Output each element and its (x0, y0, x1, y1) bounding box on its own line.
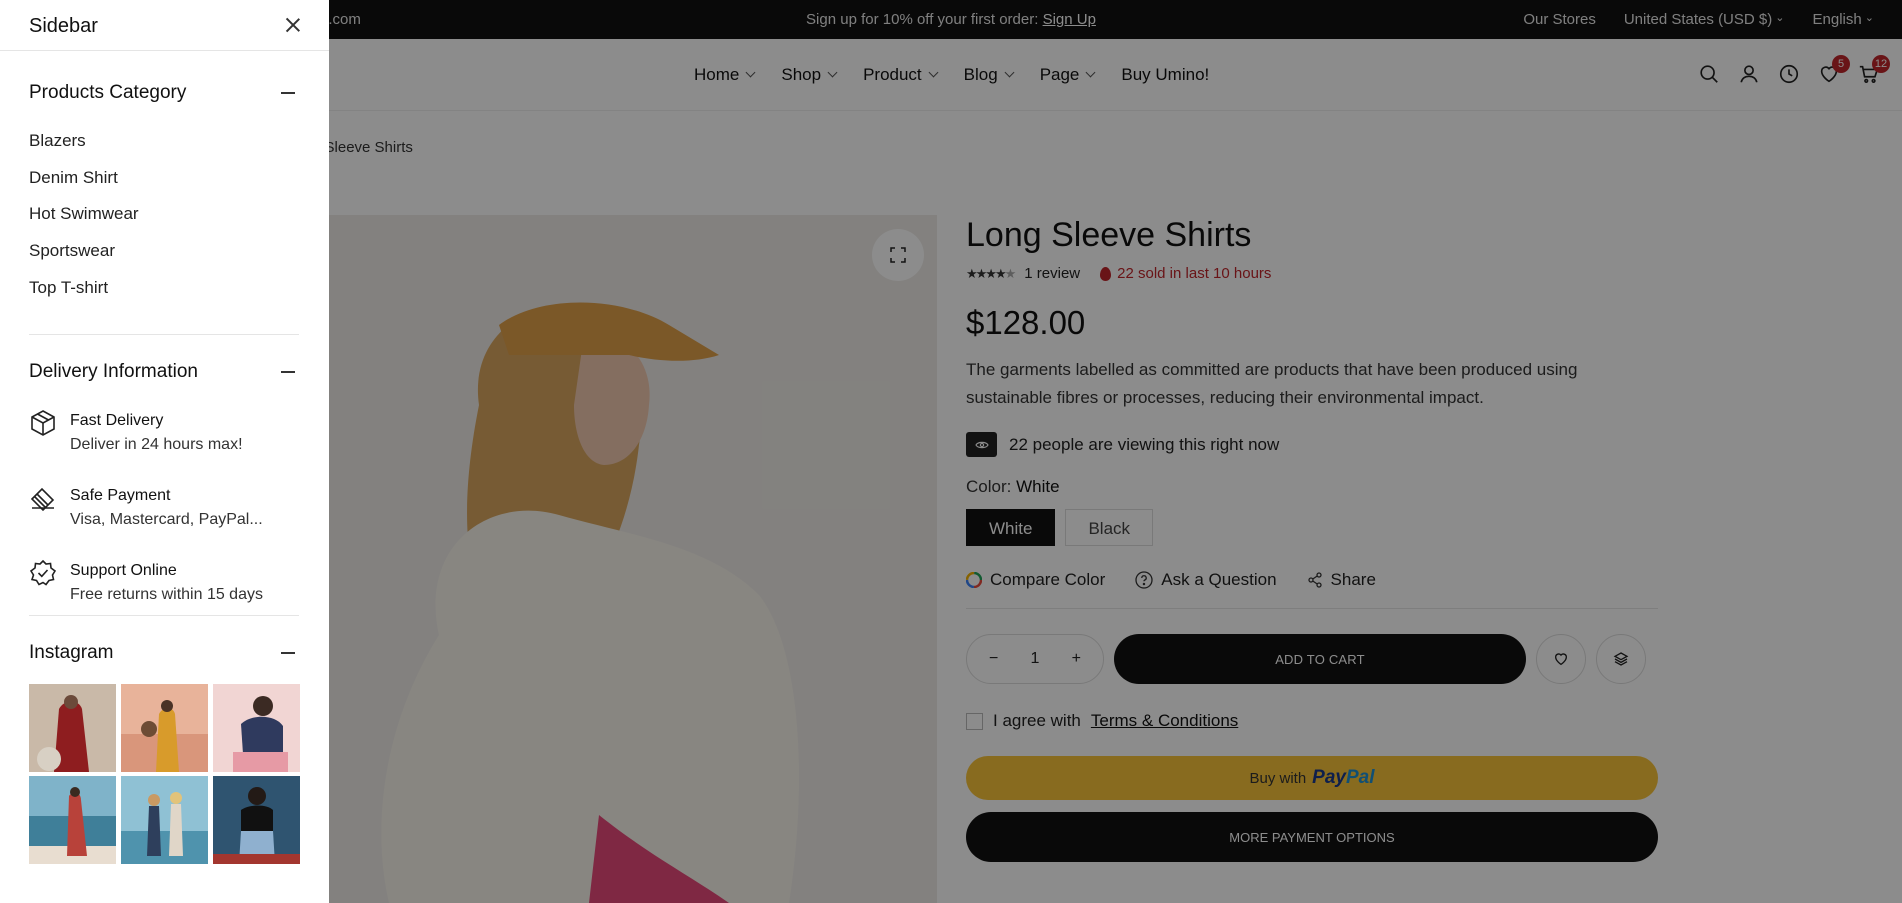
category-item-hot-swimwear[interactable]: Hot Swimwear (29, 204, 299, 241)
delivery-item-sub: Free returns within 15 days (70, 586, 263, 603)
sidebar-title: Sidebar (29, 15, 98, 37)
category-item-top-tshirt[interactable]: Top T-shirt (29, 278, 299, 315)
instagram-photo[interactable] (29, 684, 116, 772)
box-icon (31, 410, 55, 436)
delivery-item-title: Support Online (70, 562, 177, 579)
instagram-photo[interactable] (29, 776, 116, 864)
delivery-item-title: Fast Delivery (70, 412, 164, 429)
instagram-toggle[interactable]: Instagram (29, 642, 299, 664)
instagram-section: Instagram (29, 642, 300, 864)
delivery-item: Safe Payment Visa, Mastercard, PayPal... (29, 484, 299, 532)
minus-icon (281, 92, 295, 94)
delivery-info-toggle[interactable]: Delivery Information (29, 361, 299, 383)
delivery-info-section: Delivery Information Fast Delivery Delive… (29, 361, 299, 634)
instagram-title: Instagram (29, 642, 114, 663)
sidebar-drawer: Sidebar Products Category Blazers Denim … (0, 0, 329, 903)
delivery-item: Support Online Free returns within 15 day… (29, 559, 299, 607)
category-list: Blazers Denim Shirt Hot Swimwear Sportsw… (29, 131, 299, 314)
delivery-item-sub: Deliver in 24 hours max! (70, 436, 243, 453)
instagram-photo[interactable] (213, 776, 300, 864)
delivery-item-title: Safe Payment (70, 487, 171, 504)
instagram-photo[interactable] (121, 684, 208, 772)
instagram-photo[interactable] (121, 776, 208, 864)
instagram-photo[interactable] (213, 684, 300, 772)
minus-icon (281, 652, 295, 654)
sidebar-header: Sidebar (0, 0, 329, 51)
minus-icon (281, 371, 295, 373)
payment-card-icon (30, 487, 55, 512)
category-item-denim-shirt[interactable]: Denim Shirt (29, 168, 299, 205)
products-category-toggle[interactable]: Products Category (29, 82, 299, 104)
delivery-list: Fast Delivery Deliver in 24 hours max! Sa… (29, 409, 299, 607)
close-icon[interactable] (284, 16, 302, 34)
category-item-sportswear[interactable]: Sportswear (29, 241, 299, 278)
sidebar-divider (29, 615, 299, 616)
products-category-section: Products Category Blazers Denim Shirt Ho… (29, 82, 299, 314)
verified-badge-icon (29, 559, 57, 586)
sidebar-divider (29, 334, 299, 335)
instagram-grid (29, 684, 300, 864)
delivery-item: Fast Delivery Deliver in 24 hours max! (29, 409, 299, 457)
products-category-title: Products Category (29, 82, 187, 103)
delivery-info-title: Delivery Information (29, 361, 198, 382)
delivery-item-sub: Visa, Mastercard, PayPal... (70, 511, 263, 528)
category-item-blazers[interactable]: Blazers (29, 131, 299, 168)
